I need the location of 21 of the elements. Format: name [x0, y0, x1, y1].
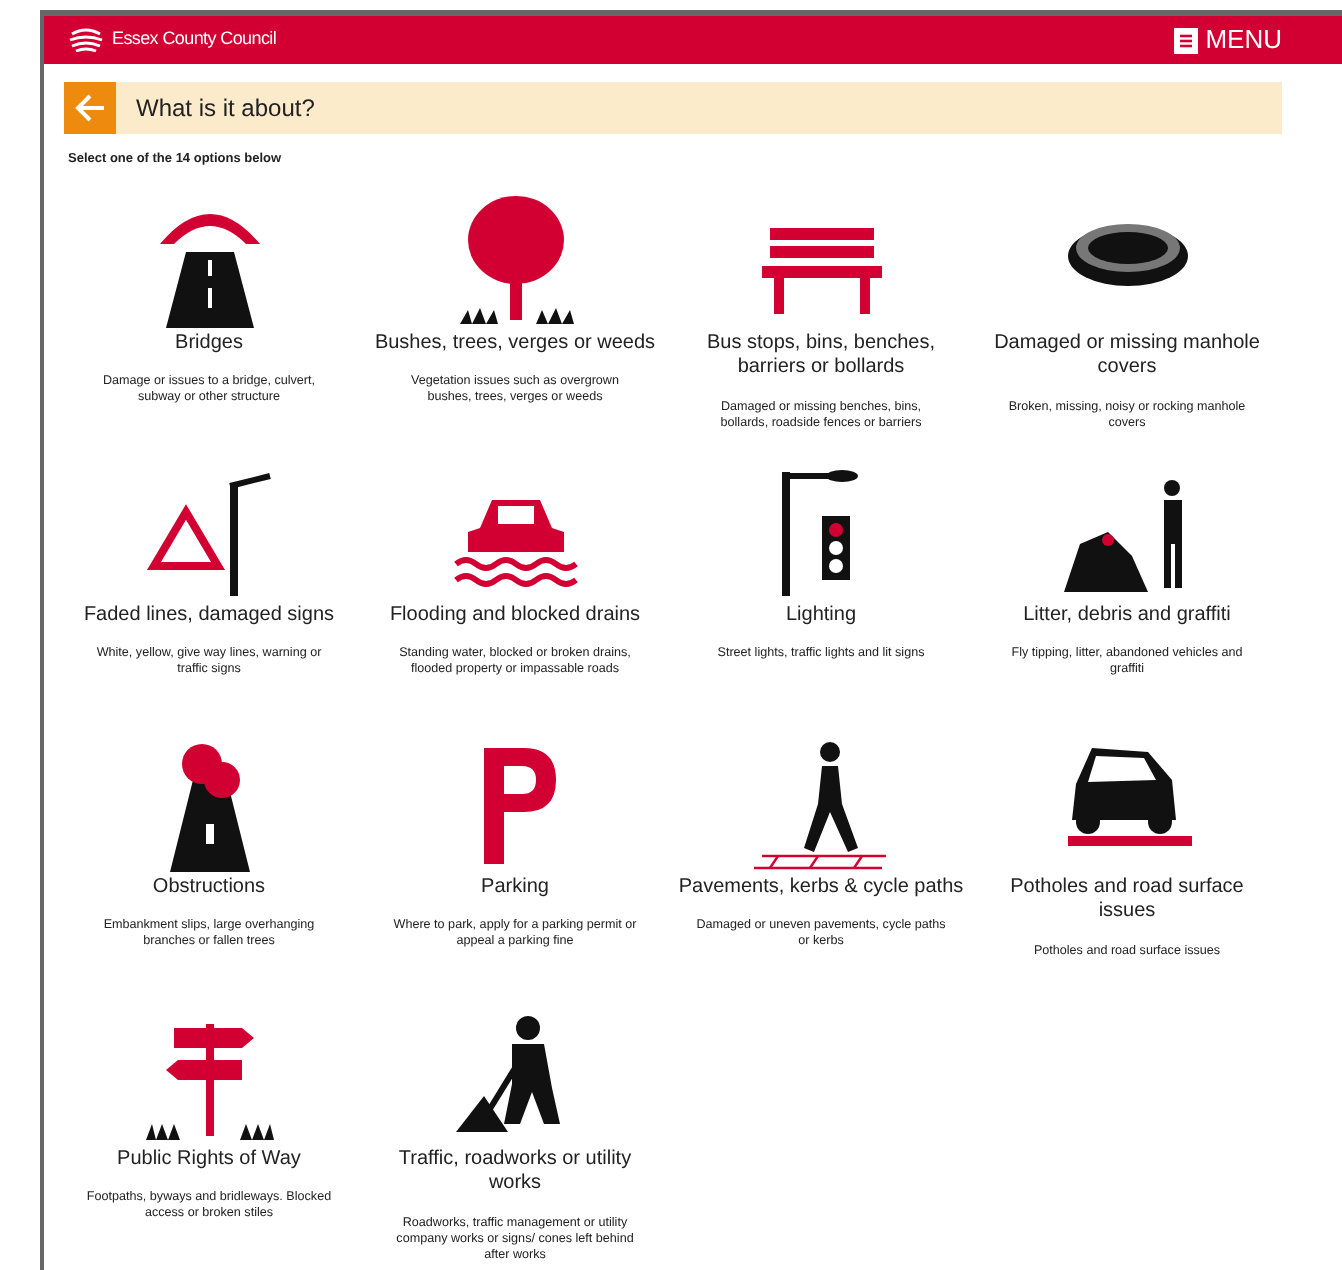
- option-title: Damaged or missing manhole covers: [992, 331, 1262, 382]
- option-title: Faded lines, damaged signs: [81, 603, 337, 629]
- option-title: Flooding and blocked drains: [387, 603, 643, 629]
- menu-button[interactable]: MENU: [1173, 20, 1282, 60]
- option-title: Bushes, trees, verges or weeds: [372, 331, 658, 357]
- option-title: Public Rights of Way: [115, 1147, 303, 1173]
- option-title: Lighting: [783, 603, 859, 629]
- question-title: What is it about?: [136, 92, 315, 126]
- back-button[interactable]: [64, 82, 116, 134]
- option-title: Pavements, kerbs & cycle paths: [676, 875, 966, 901]
- option-title: Obstructions: [150, 875, 268, 901]
- menu-icon: [1173, 27, 1198, 53]
- back-arrow-icon: [74, 94, 106, 122]
- option-title: Potholes and road surface issues: [1008, 875, 1246, 926]
- option-title: Traffic, roadworks or utility works: [396, 1147, 634, 1198]
- logo-icon: [68, 28, 104, 52]
- brand-name[interactable]: Essex County Council: [112, 26, 277, 54]
- option-title: Bridges: [173, 331, 245, 357]
- option-title: Litter, debris and graffiti: [1021, 603, 1233, 629]
- option-title: Bus stops, bins, benches, barriers or bollards: [705, 331, 937, 382]
- option-title: Parking: [479, 875, 551, 901]
